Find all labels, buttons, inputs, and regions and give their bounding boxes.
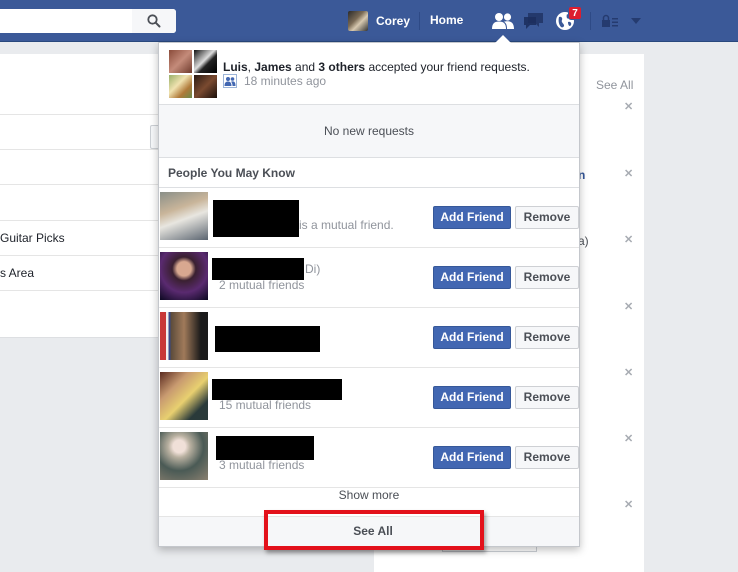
dropdown-footer: See All xyxy=(159,516,579,546)
mutual-friends-text: is a mutual friend. xyxy=(299,218,394,232)
timestamp-row: 18 minutes ago xyxy=(223,74,326,88)
remove-button[interactable]: Remove xyxy=(515,326,579,349)
divider xyxy=(419,12,420,30)
see-all-link[interactable]: See All xyxy=(266,517,480,547)
avatar xyxy=(348,11,368,31)
divider xyxy=(0,114,160,115)
account-menu-button[interactable] xyxy=(624,10,648,32)
friend-name: James xyxy=(254,60,292,74)
left-list-item[interactable]: s Area xyxy=(0,266,34,280)
add-friend-button[interactable]: Add Friend xyxy=(433,326,511,349)
search-input[interactable] xyxy=(0,9,176,33)
profile-photo[interactable] xyxy=(160,192,208,240)
dropdown-pointer xyxy=(495,35,511,43)
divider xyxy=(590,12,591,30)
search-icon xyxy=(147,14,161,28)
add-friend-button[interactable]: Add Friend xyxy=(433,386,511,409)
redacted-name xyxy=(216,436,314,460)
divider xyxy=(0,220,160,221)
remove-button[interactable]: Remove xyxy=(515,206,579,229)
close-icon[interactable]: ✕ xyxy=(624,300,633,313)
others-count: 3 others xyxy=(318,60,366,74)
accepted-requests-notification[interactable]: Luis, James and 3 others accepted your f… xyxy=(159,43,579,105)
separator-text: and xyxy=(291,60,319,74)
profile-photo[interactable] xyxy=(160,252,208,300)
name-suffix-text: Di) xyxy=(305,262,321,276)
profile-link[interactable]: Corey xyxy=(348,11,410,31)
timestamp: 18 minutes ago xyxy=(244,74,327,88)
friend-thumbnail xyxy=(169,75,192,98)
redacted-name xyxy=(215,326,320,352)
add-friend-button[interactable]: Add Friend xyxy=(433,446,511,469)
divider xyxy=(0,149,160,150)
pymk-list-item: is a mutual friend. Add Friend Remove xyxy=(159,188,579,248)
pymk-list-item: Add Friend Remove xyxy=(159,308,579,368)
mutual-friends-text: 2 mutual friends xyxy=(219,278,305,292)
accepted-message: Luis, James and 3 others accepted your f… xyxy=(223,60,530,74)
redacted-name xyxy=(212,379,342,400)
friend-thumbnail xyxy=(169,50,192,73)
profile-photo[interactable] xyxy=(160,372,208,420)
show-more-link[interactable]: Show more xyxy=(159,483,579,516)
right-content-panel xyxy=(578,54,644,572)
friends-icon xyxy=(223,74,237,88)
divider xyxy=(0,255,160,256)
friend-requests-button[interactable] xyxy=(491,10,515,32)
profile-photo[interactable] xyxy=(160,432,208,480)
mutual-friends-text: 15 mutual friends xyxy=(219,398,312,412)
remove-button[interactable]: Remove xyxy=(515,446,579,469)
close-icon[interactable]: ✕ xyxy=(624,233,633,246)
accepted-friends-thumbnails xyxy=(169,50,219,100)
search-button[interactable] xyxy=(132,9,176,33)
left-content-panel: Guitar Picks s Area xyxy=(0,54,162,338)
notifications-badge: 7 xyxy=(568,6,582,20)
add-friend-button[interactable]: Add Friend xyxy=(433,266,511,289)
mutual-friends-text: 3 mutual friends xyxy=(219,458,305,472)
accepted-suffix: accepted your friend requests. xyxy=(365,60,530,74)
divider xyxy=(0,290,160,291)
redacted-name xyxy=(213,200,299,237)
left-list-item[interactable]: Guitar Picks xyxy=(0,231,65,245)
privacy-shortcuts-button[interactable] xyxy=(598,10,622,32)
remove-button[interactable]: Remove xyxy=(515,386,579,409)
pymk-list-item: Di) 2 mutual friends Add Friend Remove xyxy=(159,248,579,308)
messages-button[interactable] xyxy=(522,10,546,32)
privacy-lock-icon xyxy=(602,14,618,27)
close-icon[interactable]: ✕ xyxy=(624,100,633,113)
pymk-list-item: 3 mutual friends Add Friend Remove xyxy=(159,428,579,488)
remove-button[interactable]: Remove xyxy=(515,266,579,289)
user-name: Corey xyxy=(376,14,411,28)
messages-icon xyxy=(524,13,543,29)
divider xyxy=(0,184,160,185)
profile-photo[interactable] xyxy=(160,312,208,360)
add-friend-button[interactable]: Add Friend xyxy=(433,206,511,229)
friend-thumbnail xyxy=(194,50,217,73)
pymk-list-item: 15 mutual friends Add Friend Remove xyxy=(159,368,579,428)
redacted-name xyxy=(212,258,304,280)
close-icon[interactable]: ✕ xyxy=(624,167,633,180)
close-icon[interactable]: ✕ xyxy=(624,498,633,511)
pymk-heading: People You May Know xyxy=(159,158,579,188)
close-icon[interactable]: ✕ xyxy=(624,432,633,445)
friend-requests-dropdown: Luis, James and 3 others accepted your f… xyxy=(158,42,580,547)
home-link[interactable]: Home xyxy=(430,13,463,27)
friend-thumbnail xyxy=(194,75,217,98)
friend-name: Luis xyxy=(223,60,248,74)
chevron-down-icon xyxy=(631,18,641,24)
friend-requests-icon xyxy=(492,13,514,29)
no-requests-message: No new requests xyxy=(159,105,579,158)
top-navigation-bar: Corey Home 7 xyxy=(0,0,738,42)
close-icon[interactable]: ✕ xyxy=(624,366,633,379)
right-see-all-link[interactable]: See All xyxy=(596,78,633,92)
